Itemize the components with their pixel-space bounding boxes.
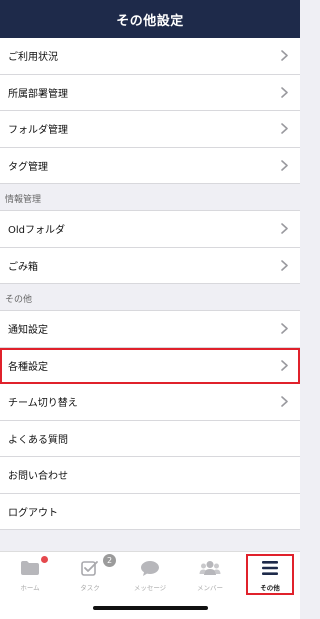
menu-item-old-folder[interactable]: Oldフォルダ: [0, 211, 300, 248]
menu-item-notifications[interactable]: 通知設定: [0, 311, 300, 348]
section-title: 情報管理: [5, 195, 42, 205]
notification-dot: [41, 556, 48, 563]
chevron-right-icon: [278, 159, 290, 171]
tab-label: メッセージ: [133, 584, 167, 592]
chevron-right-icon: [278, 223, 290, 235]
chevron-right-icon: [278, 50, 290, 62]
hamburger-menu-icon: [262, 558, 278, 578]
tab-label: その他: [260, 584, 280, 592]
task-check-icon: 2: [81, 554, 116, 578]
settings-list: ご利用状況 所属部署管理 フォルダ管理 タグ管理 情報管理 Oldフォルダ ごみ…: [0, 38, 300, 530]
home-indicator: [93, 606, 208, 610]
tab-label: タスク: [80, 584, 100, 592]
menu-item-contact[interactable]: お問い合わせ: [0, 457, 300, 494]
members-icon: [199, 558, 221, 578]
chevron-right-icon: [278, 396, 290, 408]
menu-item-label: 各種設定: [8, 361, 48, 373]
page-title: その他設定: [116, 13, 184, 29]
tab-label: ホーム: [20, 584, 40, 592]
menu-item-label: よくある質問: [8, 434, 68, 446]
tab-tasks[interactable]: 2 タスク: [60, 552, 120, 598]
section-title: その他: [5, 295, 33, 305]
folder-icon: [20, 556, 48, 578]
menu-item-faq[interactable]: よくある質問: [0, 420, 300, 457]
chevron-right-icon: [278, 86, 290, 98]
chevron-right-icon: [278, 359, 290, 371]
menu-item-trash[interactable]: ごみ箱: [0, 247, 300, 284]
menu-item-label: 所属部署管理: [8, 88, 68, 100]
section-header-other: その他: [0, 284, 300, 311]
menu-item-label: ご利用状況: [8, 52, 58, 64]
menu-item-usage[interactable]: ご利用状況: [0, 38, 300, 75]
menu-item-label: お問い合わせ: [8, 471, 68, 483]
menu-item-logout[interactable]: ログアウト: [0, 493, 300, 530]
tab-other[interactable]: その他: [240, 552, 300, 598]
menu-item-label: タグ管理: [8, 161, 48, 173]
task-count-badge: 2: [103, 554, 116, 567]
menu-item-tags[interactable]: タグ管理: [0, 147, 300, 184]
chevron-right-icon: [278, 123, 290, 135]
menu-item-label: ごみ箱: [8, 261, 38, 273]
header-bar: その他設定: [0, 0, 300, 38]
menu-item-label: フォルダ管理: [8, 125, 68, 137]
chat-bubble-icon: [140, 558, 160, 578]
tab-home[interactable]: ホーム: [0, 552, 60, 598]
menu-item-various-settings[interactable]: 各種設定: [0, 347, 300, 384]
menu-item-label: Oldフォルダ: [8, 225, 65, 237]
chevron-right-icon: [278, 259, 290, 271]
menu-item-label: ログアウト: [8, 507, 58, 519]
menu-item-departments[interactable]: 所属部署管理: [0, 74, 300, 111]
menu-item-switch-team[interactable]: チーム切り替え: [0, 384, 300, 421]
menu-item-label: 通知設定: [8, 325, 48, 337]
chevron-right-icon: [278, 323, 290, 335]
menu-item-label: チーム切り替え: [8, 398, 78, 410]
tab-label: メンバー: [197, 584, 223, 592]
menu-item-folders[interactable]: フォルダ管理: [0, 111, 300, 148]
section-header-info: 情報管理: [0, 184, 300, 211]
tab-members[interactable]: メンバー: [180, 552, 240, 598]
tab-messages[interactable]: メッセージ: [120, 552, 180, 598]
